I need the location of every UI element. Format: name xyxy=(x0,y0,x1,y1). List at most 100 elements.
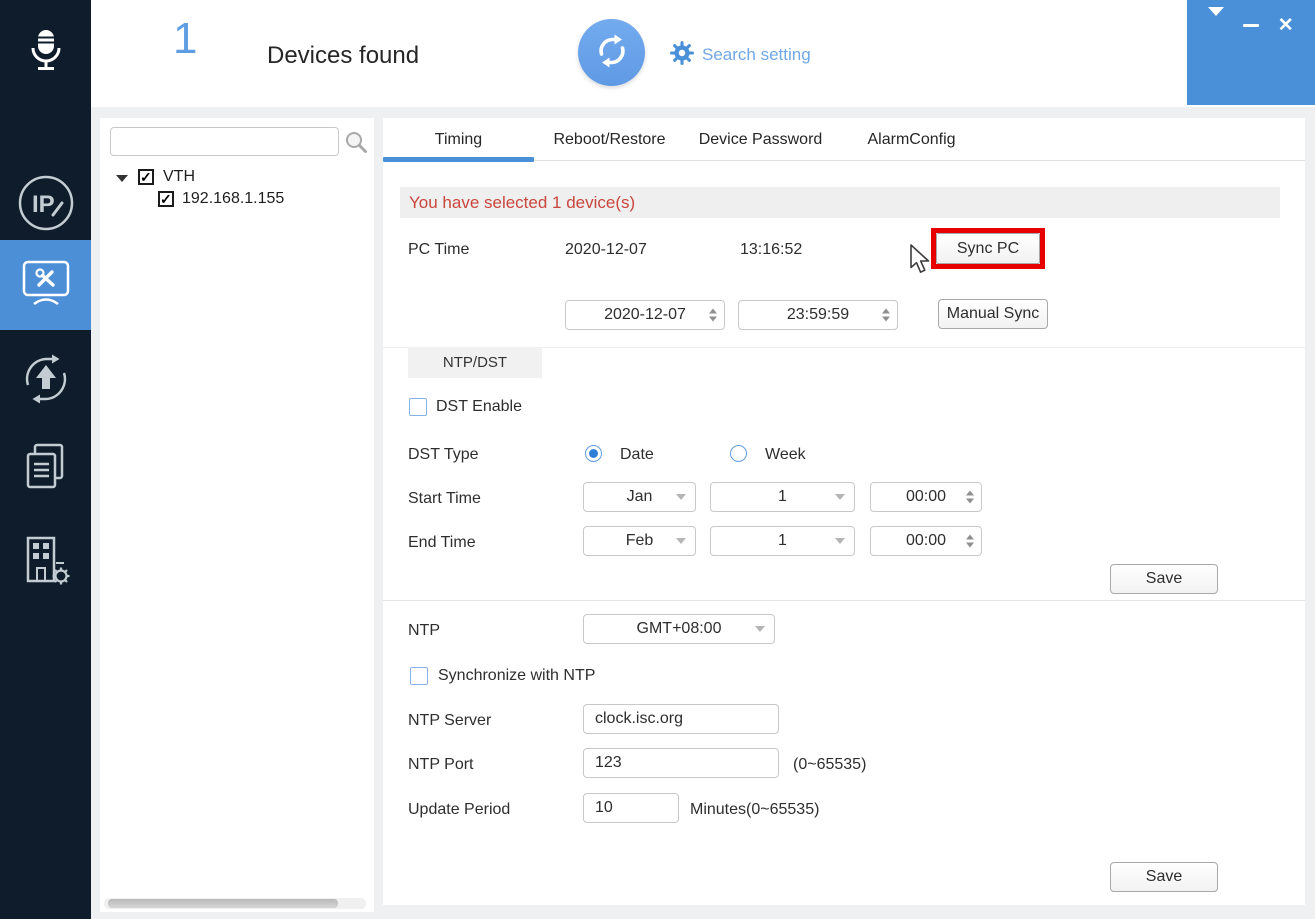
tab-device-password[interactable]: Device Password xyxy=(685,118,836,161)
device-count: 1 xyxy=(173,14,198,63)
sidebar-item-app-logo xyxy=(0,8,91,98)
start-month-value: Jan xyxy=(626,488,653,505)
refresh-search-button[interactable] xyxy=(578,19,645,86)
sync-with-ntp-checkbox[interactable] xyxy=(410,667,428,685)
update-period-label: Update Period xyxy=(408,801,511,818)
main-panel: Timing Reboot/Restore Device Password Al… xyxy=(383,118,1305,905)
chevron-down-icon xyxy=(676,538,686,544)
refresh-sync-icon xyxy=(592,31,632,74)
end-month-value: Feb xyxy=(625,532,654,549)
page-title: Devices found xyxy=(267,42,420,69)
sync-with-ntp-label: Synchronize with NTP xyxy=(438,667,596,684)
gear-icon[interactable] xyxy=(669,40,695,71)
sync-pc-highlight: Sync PC xyxy=(931,228,1045,269)
ntp-server-input[interactable] xyxy=(583,704,779,734)
spinner-arrows-icon[interactable] xyxy=(882,308,890,322)
tree-device-label[interactable]: 192.168.1.155 xyxy=(182,190,284,208)
mouse-cursor xyxy=(908,244,931,280)
scrollbar-thumb[interactable] xyxy=(108,899,338,908)
dst-enable-checkbox[interactable] xyxy=(409,398,427,416)
manual-clock-value: 23:59:59 xyxy=(786,306,850,323)
horizontal-divider xyxy=(383,600,1305,601)
tree-group-checkbox[interactable] xyxy=(138,169,154,186)
ntp-port-input[interactable] xyxy=(583,748,779,778)
manual-date-value: 2020-12-07 xyxy=(604,306,686,323)
chevron-down-icon xyxy=(755,626,765,632)
header: 1 Devices found Search setting ✕ xyxy=(91,0,1315,107)
sidebar-item-modify-ip[interactable]: IP xyxy=(0,160,91,250)
ntp-timezone-select[interactable]: GMT+08:00 xyxy=(583,614,775,644)
ntp-timezone-value: GMT+08:00 xyxy=(636,620,722,637)
ntp-dst-subtab[interactable]: NTP/DST xyxy=(408,347,542,378)
sidebar-item-device-config[interactable] xyxy=(0,240,91,330)
close-icon[interactable]: ✕ xyxy=(1278,16,1294,35)
window-controls: ✕ xyxy=(1187,0,1315,105)
device-search-input[interactable] xyxy=(110,127,339,156)
dst-enable-label: DST Enable xyxy=(436,398,522,415)
microphone-logo-icon xyxy=(28,28,64,79)
manual-sync-button[interactable]: Manual Sync xyxy=(938,299,1048,329)
chevron-down-icon xyxy=(835,494,845,500)
end-month-select[interactable]: Feb xyxy=(583,526,696,556)
device-config-icon xyxy=(19,258,73,313)
dst-type-week-radio[interactable] xyxy=(730,445,747,462)
start-clock-spinner[interactable]: 00:00 xyxy=(870,482,982,512)
spinner-arrows-icon[interactable] xyxy=(966,534,974,548)
search-setting-link[interactable]: Search setting xyxy=(702,45,811,65)
tree-device-checkbox[interactable] xyxy=(158,191,174,208)
dst-type-label: DST Type xyxy=(408,446,479,463)
horizontal-scrollbar[interactable] xyxy=(104,898,366,909)
sidebar-item-device-info[interactable] xyxy=(0,425,91,515)
end-day-select[interactable]: 1 xyxy=(710,526,855,556)
pc-date-value: 2020-12-07 xyxy=(565,241,647,258)
ip-modify-icon: IP xyxy=(17,174,75,237)
sidebar-item-upgrade[interactable] xyxy=(0,336,91,426)
dst-save-button[interactable]: Save xyxy=(1110,564,1218,594)
device-tree-panel: VTH 192.168.1.155 xyxy=(100,118,374,912)
magnifier-icon[interactable] xyxy=(344,130,368,159)
ntp-save-button[interactable]: Save xyxy=(1110,862,1218,892)
ntp-label: NTP xyxy=(408,622,440,639)
sidebar: IP xyxy=(0,0,91,919)
chevron-down-icon xyxy=(676,494,686,500)
end-clock-value: 00:00 xyxy=(905,532,947,549)
update-period-input[interactable] xyxy=(583,793,679,823)
pc-time-label: PC Time xyxy=(408,241,470,258)
selection-banner: You have selected 1 device(s) xyxy=(400,187,1280,218)
start-time-label: Start Time xyxy=(408,490,481,507)
tab-timing[interactable]: Timing xyxy=(383,118,534,162)
dst-type-date-radio[interactable] xyxy=(585,445,602,462)
sync-pc-button[interactable]: Sync PC xyxy=(936,233,1040,264)
end-time-label: End Time xyxy=(408,534,476,551)
start-clock-value: 00:00 xyxy=(905,488,947,505)
tab-alarm-config[interactable]: AlarmConfig xyxy=(836,118,987,161)
svg-text:IP: IP xyxy=(32,191,55,218)
tree-group-label[interactable]: VTH xyxy=(163,168,195,186)
ntp-port-label: NTP Port xyxy=(408,756,474,773)
sidebar-item-building-config[interactable] xyxy=(0,518,91,608)
pc-clock-value: 13:16:52 xyxy=(740,241,803,258)
manual-date-spinner[interactable]: 2020-12-07 xyxy=(565,300,725,330)
dst-type-week-label[interactable]: Week xyxy=(765,440,806,470)
dst-type-date-label[interactable]: Date xyxy=(620,440,654,470)
tab-reboot-restore[interactable]: Reboot/Restore xyxy=(534,118,685,161)
tree-expander-icon[interactable] xyxy=(116,175,128,182)
ntp-port-range: (0~65535) xyxy=(793,756,867,773)
start-day-select[interactable]: 1 xyxy=(710,482,855,512)
manual-clock-spinner[interactable]: 23:59:59 xyxy=(738,300,898,330)
skin-icon[interactable] xyxy=(1208,7,1225,34)
spinner-arrows-icon[interactable] xyxy=(966,490,974,504)
chevron-down-icon xyxy=(835,538,845,544)
end-day-value: 1 xyxy=(778,532,787,549)
start-day-value: 1 xyxy=(778,488,787,505)
start-month-select[interactable]: Jan xyxy=(583,482,696,512)
building-config-icon xyxy=(20,533,72,594)
device-documents-icon xyxy=(21,441,71,500)
ntp-server-label: NTP Server xyxy=(408,712,492,729)
spinner-arrows-icon[interactable] xyxy=(709,308,717,322)
upgrade-icon xyxy=(19,352,73,411)
tab-bar: Timing Reboot/Restore Device Password Al… xyxy=(383,118,1305,162)
end-clock-spinner[interactable]: 00:00 xyxy=(870,526,982,556)
update-period-unit: Minutes(0~65535) xyxy=(690,801,820,818)
minimize-icon[interactable] xyxy=(1243,23,1260,27)
